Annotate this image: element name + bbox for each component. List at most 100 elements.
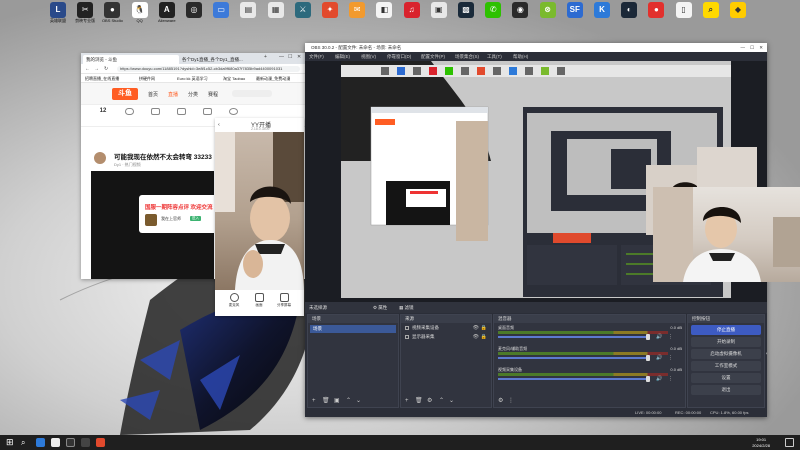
add-icon[interactable]: + [405,396,409,407]
move-up-icon[interactable]: ⌃ [439,396,444,407]
sf-icon[interactable]: SF [561,2,589,18]
close-icon[interactable]: ✕ [297,54,301,60]
menu-scene-collection[interactable]: 场景集合(S) [455,52,479,61]
toolbar-count[interactable]: 12 [93,108,113,114]
yy-back-icon[interactable]: ‹ [218,122,220,128]
settings-icon[interactable]: ⚙ [427,396,432,407]
netease-music-icon[interactable]: ♫ [398,2,426,18]
yy-mic-button[interactable]: 麦克风 [223,293,245,308]
wechat-icon[interactable]: ✆ [479,2,507,18]
minimize-icon[interactable]: — [279,54,284,60]
system-clock[interactable]: 19:01 2024/2/28 [752,437,770,448]
url-input[interactable]: https://www.douyu.com/11885191?dyshid=3e… [117,66,300,72]
bookmark-item[interactable]: 最新动漫_免费动漫 [256,74,290,83]
grid-app-icon[interactable]: ▦ [262,2,290,18]
more-icon[interactable]: ⋮ [668,355,673,361]
orange-app-icon[interactable]: ✉ [343,2,371,18]
exit-button[interactable]: 退出 [691,385,761,395]
filter-icon[interactable]: ▣ [334,396,340,407]
volume-knob[interactable] [646,376,650,382]
speaker-icon[interactable]: 🔊 [656,355,662,361]
menu-file[interactable]: 文件(F) [309,52,324,61]
yellow-app-icon[interactable]: ◎ [180,2,208,18]
mixer-settings-icon[interactable]: ⚙ [498,396,503,407]
new-tab-icon[interactable]: + [264,54,267,60]
xbox-icon[interactable]: ⊗ [534,2,562,18]
start-recording-button[interactable]: 开始录制 [691,337,761,347]
bookmark-item[interactable]: 招聘直播_在线直播 [85,74,119,83]
yy-share-button[interactable]: 分享屏幕 [273,293,295,308]
yy-camera-preview[interactable] [215,132,304,290]
volume-knob[interactable] [646,334,650,340]
forward-icon[interactable]: → [94,66,99,72]
nav-item-live[interactable]: 直播 [168,91,178,98]
douyu-logo[interactable]: 斗鱼 [112,88,138,100]
studio-mode-button[interactable]: 工作室模式 [691,361,761,371]
menu-tools[interactable]: 工具(T) [487,52,502,61]
history-icon[interactable] [145,108,165,116]
gear-icon[interactable]: ⚙ [766,349,767,359]
red-app-icon[interactable]: ✦ [316,2,344,18]
move-down-icon[interactable]: ⌄ [356,396,361,407]
speaker-icon[interactable]: 🔊 [656,376,662,382]
settings-button[interactable]: 设置 [691,373,761,383]
jianying-icon[interactable]: ✂ 剪映专业版 [71,2,99,23]
filters-button[interactable]: ▦ 滤镜 [399,302,414,313]
volume-knob[interactable] [646,355,650,361]
notification-icon[interactable] [785,438,794,447]
alarm-icon[interactable] [223,108,243,116]
avatar[interactable] [94,152,106,164]
browser-tab[interactable]: 各个Dy1直播_各个Dy1_直播... [179,55,259,64]
volume-slider[interactable] [498,336,648,338]
windows-start-icon[interactable]: ⊞ [6,438,15,447]
search-input[interactable] [232,90,272,97]
add-icon[interactable]: + [312,396,316,407]
remove-icon[interactable]: 🗑 [415,396,423,407]
more-icon[interactable]: ⋮ [668,334,673,340]
yy-scene-button[interactable]: 画面 [248,293,270,308]
lol-icon[interactable]: L 英雄联盟 [44,2,72,23]
visibility-icon[interactable]: 👁 [473,324,479,332]
menu-profile[interactable]: 配置文件(P) [421,52,445,61]
file-explorer-icon[interactable] [51,438,60,447]
source-item[interactable]: 显示器采集 👁 🔒 [403,333,489,341]
close-icon[interactable]: ✕ [759,43,763,52]
download-icon[interactable] [197,108,217,116]
obs-icon[interactable]: ● OBS Studio [98,2,126,23]
app-icon[interactable]: ◉ [506,2,534,18]
menu-docks[interactable]: 停靠窗口(D) [387,52,411,61]
office-icon[interactable]: ◧ [370,2,398,18]
edge-browser-icon[interactable] [36,438,45,447]
bookmark-item[interactable]: 淘宝 Taobao [223,74,245,83]
yellow-icon[interactable]: ◆ [724,2,752,18]
more-icon[interactable]: ⋮ [508,396,514,407]
browser-tab[interactable]: 我的浏览 - 斗鱼 [83,55,179,64]
scene-item[interactable]: 场景 [310,325,396,333]
steam-icon[interactable]: ◐ [615,2,643,18]
nav-item-home[interactable]: 首页 [148,91,158,98]
file-icon[interactable]: ▯ [670,2,698,18]
search-icon[interactable]: ⌕ [21,438,30,447]
lock-icon[interactable]: 🔒 [481,324,487,332]
properties-button[interactable]: ⚙ 属性 [373,302,387,313]
game-popup[interactable]: 国服一期阵容点评 欢迎交流 我在上官师 进入 [139,195,217,233]
virtual-camera-button[interactable]: 启动虚拟摄像机⚙ [691,349,767,359]
obs-taskbar-icon[interactable] [66,438,75,447]
menu-help[interactable]: 帮助(H) [513,52,528,61]
volume-slider[interactable] [498,357,648,359]
kugou-icon[interactable]: K [588,2,616,18]
move-down-icon[interactable]: ⌄ [449,396,454,407]
back-icon[interactable]: ← [85,66,90,72]
bookmark-item[interactable]: Euro kk 英语学习 [177,74,208,83]
menu-view[interactable]: 视图(V) [361,52,376,61]
video-player[interactable]: 国服一期阵容点评 欢迎交流 我在上官师 进入 [91,171,217,279]
source-item[interactable]: 视频采集设备 👁 🔒 [403,324,489,332]
nav-item-schedule[interactable]: 赛程 [208,91,218,98]
minimize-icon[interactable]: — [741,43,746,52]
move-up-icon[interactable]: ⌃ [346,396,351,407]
stop-streaming-button[interactable]: 停止直播 [691,325,761,335]
maximize-icon[interactable]: ☐ [288,54,292,60]
toggle-icon[interactable] [119,108,139,116]
red-apple-icon[interactable]: ● [642,2,670,18]
qq-icon[interactable]: 🐧 QQ [126,2,154,23]
